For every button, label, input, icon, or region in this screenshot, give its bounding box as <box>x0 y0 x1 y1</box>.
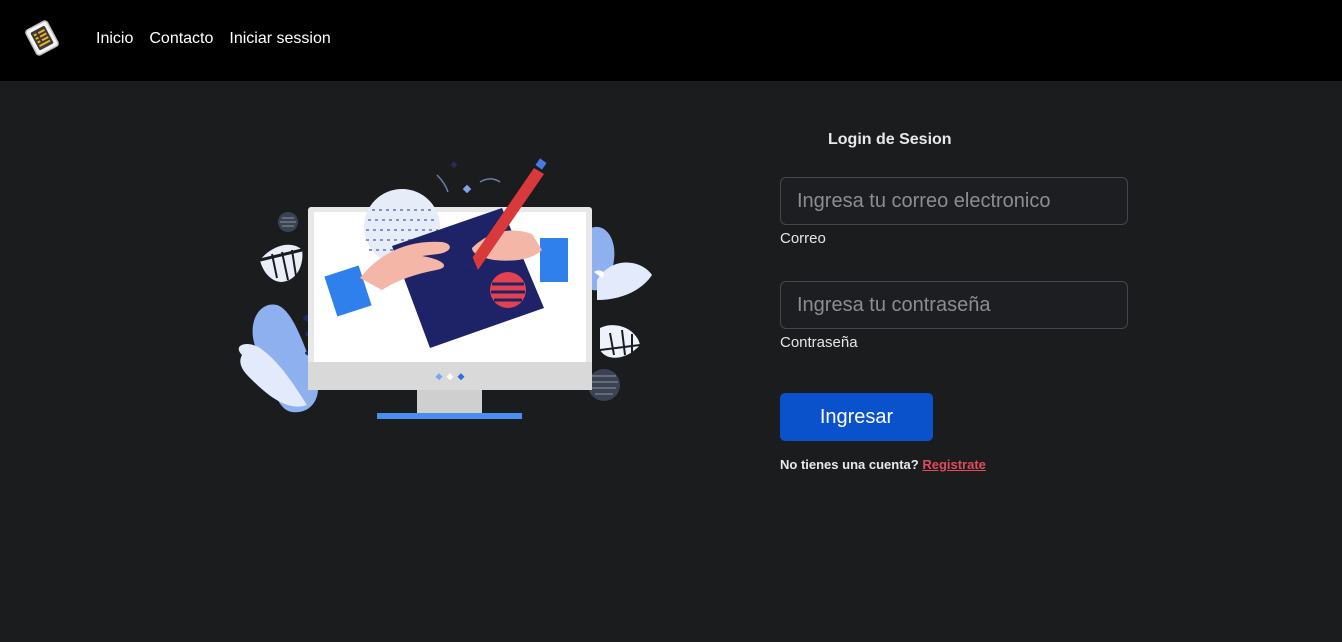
nav-link-inicio[interactable]: Inicio <box>96 29 133 49</box>
login-title: Login de Sesion <box>828 131 952 148</box>
computer-drawing-illustration <box>238 158 652 419</box>
email-input[interactable] <box>780 177 1128 225</box>
register-row: No tienes una cuenta? Registrate <box>780 457 986 472</box>
notebook-logo-icon[interactable] <box>21 18 63 58</box>
nav-link-iniciar-session[interactable]: Iniciar session <box>229 29 330 49</box>
nav-links: Inicio Contacto Iniciar session <box>96 29 347 49</box>
password-label: Contraseña <box>780 334 858 351</box>
register-link[interactable]: Registrate <box>922 457 986 472</box>
register-prompt: No tienes una cuenta? <box>780 457 919 472</box>
nav-link-contacto[interactable]: Contacto <box>149 29 213 49</box>
email-label: Correo <box>780 230 826 247</box>
submit-button[interactable]: Ingresar <box>780 393 933 441</box>
navbar: Inicio Contacto Iniciar session <box>0 0 1342 81</box>
password-input[interactable] <box>780 281 1128 329</box>
